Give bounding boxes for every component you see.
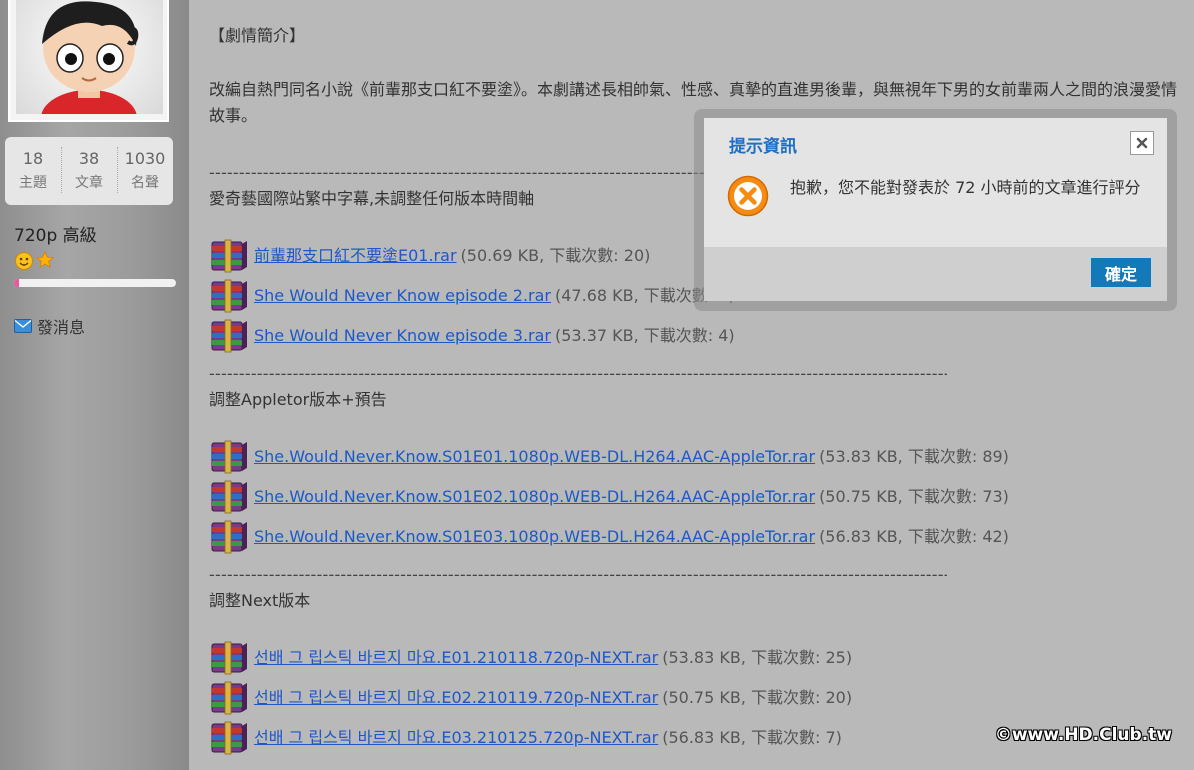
rar-archive-icon (211, 681, 247, 715)
attachment-meta: (50.75 KB, 下載次數: 73) (819, 487, 1009, 506)
rar-archive-icon (211, 319, 247, 353)
next-attachment-2: 선배 그 립스틱 바르지 마요.E02.210119.720p-NEXT.rar… (209, 680, 852, 716)
rank-progress-bar (14, 279, 176, 287)
synopsis-heading: 【劇情簡介】 (209, 26, 306, 45)
iqiyi-attachment-2: She Would Never Know episode 2.rar (47.68… (209, 278, 735, 314)
stat-topics-label: 主題 (19, 175, 47, 191)
stat-reputation[interactable]: 1030 名聲 (117, 137, 173, 205)
rank-progress-fill (14, 279, 19, 287)
attachment-meta: (53.37 KB, 下載次數: 4) (555, 326, 735, 345)
attachment-meta: (56.83 KB, 下載次數: 7) (662, 728, 842, 747)
attachment-meta: (56.83 KB, 下載次數: 42) (819, 527, 1009, 546)
ok-button[interactable]: 確定 (1091, 258, 1151, 287)
separator-3: ----------------------------------------… (209, 565, 947, 584)
section-title-next: 調整Next版本 (209, 591, 311, 610)
rar-archive-icon (211, 279, 247, 313)
attachment-link[interactable]: She.Would.Never.Know.S01E02.1080p.WEB-DL… (254, 484, 815, 510)
alert-dialog: 提示資訊 抱歉，您不能對發表於 72 小時前的文章進行評分 確定 (704, 118, 1167, 301)
stat-topics-count: 18 (22, 149, 44, 168)
rar-archive-icon (211, 721, 247, 755)
attachment-meta: (50.69 KB, 下載次數: 20) (460, 246, 651, 265)
rar-archive-icon (211, 480, 247, 514)
close-icon (1136, 137, 1148, 149)
dialog-close-button[interactable] (1130, 131, 1154, 155)
user-sidebar: 18 主題 38 文章 1030 名聲 720p 高級 發消息 (0, 0, 189, 770)
attachment-link[interactable]: 선배 그 립스틱 바르지 마요.E01.210118.720p-NEXT.rar (254, 645, 658, 671)
separator-2: ----------------------------------------… (209, 364, 947, 383)
rar-archive-icon (211, 239, 247, 273)
user-rank: 720p 高級 (14, 226, 97, 246)
section-title-appletor: 調整Appletor版本+預告 (209, 390, 387, 409)
stat-topics[interactable]: 18 主題 (5, 137, 61, 205)
send-message-link[interactable]: 發消息 (14, 314, 85, 338)
avatar[interactable] (8, 0, 169, 122)
next-attachment-1: 선배 그 립스틱 바르지 마요.E01.210118.720p-NEXT.rar… (209, 640, 852, 676)
attachment-link[interactable]: 선배 그 립스틱 바르지 마요.E02.210119.720p-NEXT.rar (254, 685, 658, 711)
appletor-attachment-3: She.Would.Never.Know.S01E03.1080p.WEB-DL… (209, 519, 1009, 555)
watermark: ©www.HD.Club.tw (994, 725, 1172, 745)
user-stats: 18 主題 38 文章 1030 名聲 (5, 137, 173, 205)
stat-reputation-count: 1030 (124, 149, 166, 168)
appletor-attachment-2: She.Would.Never.Know.S01E02.1080p.WEB-DL… (209, 479, 1009, 515)
attachment-meta: (53.83 KB, 下載次數: 89) (819, 447, 1009, 466)
star-icon (36, 251, 54, 268)
error-icon (727, 175, 769, 217)
iqiyi-attachment-3: She Would Never Know episode 3.rar (53.37… (209, 318, 735, 354)
attachment-link[interactable]: 前輩那支口紅不要塗E01.rar (254, 243, 457, 269)
attachment-link[interactable]: She.Would.Never.Know.S01E01.1080p.WEB-DL… (254, 444, 815, 470)
attachment-link[interactable]: She Would Never Know episode 3.rar (254, 323, 551, 349)
rar-archive-icon (211, 440, 247, 474)
send-message-label: 發消息 (37, 318, 86, 337)
attachment-link[interactable]: 선배 그 립스틱 바르지 마요.E03.210125.720p-NEXT.rar (254, 725, 658, 751)
rar-archive-icon (211, 641, 247, 675)
attachment-meta: (50.75 KB, 下載次數: 20) (662, 688, 853, 707)
next-attachment-3: 선배 그 립스틱 바르지 마요.E03.210125.720p-NEXT.rar… (209, 720, 842, 756)
attachment-meta: (53.83 KB, 下載次數: 25) (662, 648, 853, 667)
stat-posts-label: 文章 (75, 175, 103, 191)
appletor-attachment-1: She.Would.Never.Know.S01E01.1080p.WEB-DL… (209, 439, 1009, 475)
smiley-icon (15, 252, 33, 270)
attachment-link[interactable]: She.Would.Never.Know.S01E03.1080p.WEB-DL… (254, 524, 815, 550)
rank-icons (14, 251, 54, 271)
alert-dialog-overlay: 提示資訊 抱歉，您不能對發表於 72 小時前的文章進行評分 確定 (694, 109, 1177, 311)
iqiyi-attachment-1: 前輩那支口紅不要塗E01.rar (50.69 KB, 下載次數: 20) (209, 238, 650, 274)
stat-posts[interactable]: 38 文章 (61, 137, 117, 205)
attachment-link[interactable]: She Would Never Know episode 2.rar (254, 283, 551, 309)
avatar-image (41, 1, 139, 114)
section-title-iqiyi: 愛奇藝國際站繁中字幕,未調整任何版本時間軸 (209, 189, 535, 208)
dialog-message: 抱歉，您不能對發表於 72 小時前的文章進行評分 (790, 178, 1141, 197)
stat-reputation-label: 名聲 (131, 175, 159, 191)
envelope-icon (14, 319, 32, 333)
dialog-title: 提示資訊 (729, 137, 797, 157)
stat-posts-count: 38 (78, 149, 100, 168)
rar-archive-icon (211, 520, 247, 554)
dialog-footer: 確定 (704, 247, 1167, 301)
